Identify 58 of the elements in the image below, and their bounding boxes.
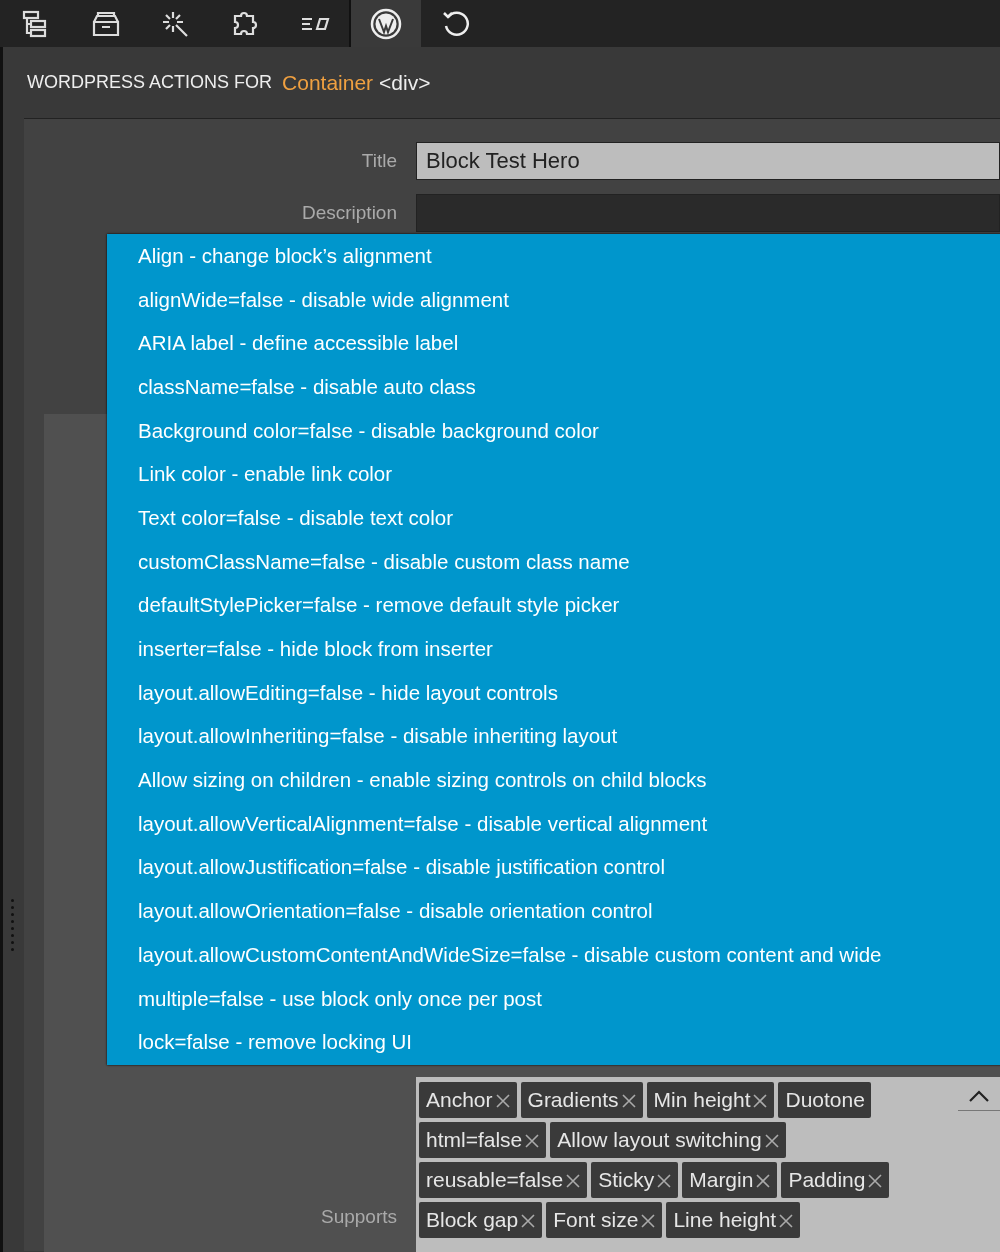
dropdown-option[interactable]: layout.allowInheriting=false - disable inheriting layout xyxy=(138,714,1000,759)
dropdown-option[interactable]: layout.allowVerticalAlignment=false - disable vertical alignment xyxy=(138,801,1000,846)
title-field[interactable]: Block Test Hero xyxy=(416,142,1000,180)
dropdown-option[interactable]: layout.allowCustomContentAndWideSize=false - disable custom content and wide xyxy=(138,933,1000,977)
panel-title: WORDPRESS ACTIONS FOR xyxy=(27,72,273,93)
remove-icon[interactable] xyxy=(755,1173,772,1189)
drag-handle-icon[interactable] xyxy=(11,899,14,951)
tag-label: Margin xyxy=(689,1167,754,1192)
dropdown-option[interactable]: lock=false - remove locking UI xyxy=(138,1020,1000,1065)
remove-icon[interactable] xyxy=(524,1133,541,1149)
caret-icon xyxy=(968,1088,990,1103)
remove-icon[interactable] xyxy=(778,1213,795,1229)
dropdown-option[interactable]: defaultStylePicker=false - remove default style picker xyxy=(138,583,1000,628)
tag-label: html=false xyxy=(426,1127,523,1152)
remove-icon[interactable] xyxy=(565,1173,582,1189)
remove-icon[interactable] xyxy=(494,1093,511,1109)
toolbar-tab[interactable] xyxy=(351,0,421,47)
tag-label: reusable=false xyxy=(426,1167,564,1192)
dropdown-option[interactable]: Background color=false - disable background color xyxy=(138,408,1000,453)
dropdown-option[interactable]: Align - change block’s alignment xyxy=(138,234,1000,278)
field-label: Description xyxy=(300,202,398,224)
remove-icon[interactable] xyxy=(656,1173,673,1189)
tag-label: Gradients xyxy=(527,1087,619,1112)
dropdown-option[interactable]: multiple=false - use block only once per post xyxy=(138,976,1000,1021)
tag-label: Allow layout switching xyxy=(557,1127,762,1152)
dropdown-option[interactable]: alignWide=false - disable wide alignment xyxy=(138,277,1000,322)
remove-icon[interactable] xyxy=(620,1093,637,1109)
tag-label: Padding xyxy=(788,1167,866,1192)
dropdown-option[interactable]: Link color - enable link color xyxy=(138,452,1000,497)
tag-label: Block gap xyxy=(426,1207,519,1232)
tag-label: Font size xyxy=(553,1207,639,1232)
remove-icon[interactable] xyxy=(640,1213,657,1229)
dropdown-option[interactable]: layout.allowEditing=false - hide layout controls xyxy=(138,670,1000,715)
dropdown-option[interactable]: className=false - disable auto class xyxy=(138,365,1000,409)
remove-icon[interactable] xyxy=(867,1173,884,1189)
tag-label: Min height xyxy=(653,1087,751,1112)
supports-field[interactable]: Anchor Gradients Min height Duotone html=false Allow layout switching reusable=false Sticky Margin Padding Block gap Font size Line height xyxy=(416,1077,1000,1252)
wordpress-icon xyxy=(370,7,402,40)
element-name: Container xyxy=(282,70,374,95)
tag-label: Line height xyxy=(673,1207,777,1232)
tag-label: Anchor xyxy=(426,1087,493,1112)
tag-label: Sticky xyxy=(598,1167,655,1192)
remove-icon[interactable] xyxy=(520,1213,537,1229)
description-field[interactable] xyxy=(416,194,1000,232)
dropdown-option[interactable]: layout.allowJustification=false - disable justification control xyxy=(138,845,1000,890)
remove-icon[interactable] xyxy=(752,1093,769,1109)
dropdown-option[interactable]: Text color=false - disable text color xyxy=(138,496,1000,540)
dropdown-option[interactable]: Allow sizing on children - enable sizing controls on child blocks xyxy=(138,758,1000,802)
element-tag: <div> xyxy=(379,70,431,95)
remove-icon[interactable] xyxy=(763,1133,780,1149)
field-label: Title xyxy=(360,150,398,172)
dropdown-option[interactable]: ARIA label - define accessible label xyxy=(138,321,1000,366)
dropdown-option[interactable]: customClassName=false - disable custom class name xyxy=(138,539,1000,584)
tray-icon xyxy=(91,9,121,38)
field-label: Supports xyxy=(319,1206,398,1229)
tag-label: Duotone xyxy=(785,1087,865,1112)
dropdown-option[interactable]: layout.allowOrientation=false - disable orientation control xyxy=(138,889,1000,933)
dropdown-option[interactable]: inserter=false - hide block from inserter xyxy=(138,627,1000,671)
